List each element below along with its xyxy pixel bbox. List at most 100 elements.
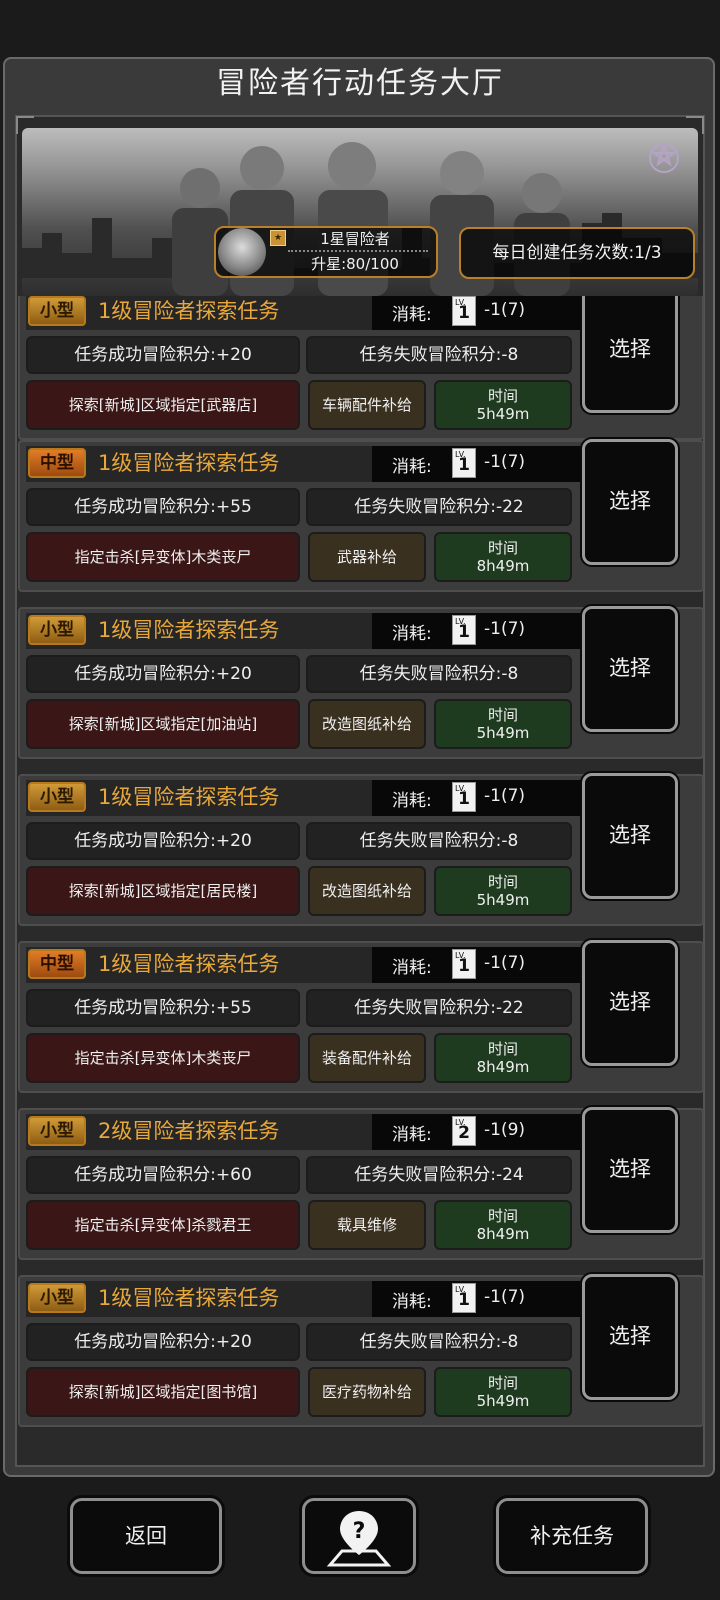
task-size-tag: 小型 <box>28 296 86 326</box>
task-size-tag: 中型 <box>28 448 86 478</box>
select-button[interactable]: 选择 <box>582 940 678 1066</box>
task-target: 探索[新城]区域指定[武器店] <box>26 380 300 430</box>
fail-points: 任务失败冒险积分:-8 <box>306 822 572 860</box>
cost-label: 消耗: <box>392 1292 432 1312</box>
task-target: 探索[新城]区域指定[居民楼] <box>26 866 300 916</box>
time-label: 时间 <box>487 1374 518 1392</box>
task-size-tag: 小型 <box>28 615 86 645</box>
task-time: 时间 5h49m <box>434 380 572 430</box>
level-ticket-icon: LV. 1 <box>452 782 476 812</box>
task-time: 时间 8h49m <box>434 1200 572 1250</box>
task-card[interactable]: 小型 1级冒险者探索任务 消耗: LV. 1 -1(7) 任务成功冒险积分:+20… <box>18 296 704 440</box>
time-label: 时间 <box>487 1040 518 1058</box>
fail-points: 任务失败冒险积分:-24 <box>306 1156 572 1194</box>
time-value: 5h49m <box>476 1392 530 1410</box>
help-button[interactable]: ? <box>302 1498 416 1574</box>
level-ticket-icon: LV. 1 <box>452 949 476 979</box>
task-name: 1级冒险者探索任务 <box>98 785 280 809</box>
fail-points: 任务失败冒险积分:-22 <box>306 989 572 1027</box>
fail-points: 任务失败冒险积分:-8 <box>306 655 572 693</box>
star-progress: 升星:80/100 <box>311 255 399 273</box>
cost-value: -1(7) <box>484 300 526 320</box>
task-target: 指定击杀[异变体]木类丧尸 <box>26 1033 300 1083</box>
task-time: 时间 5h49m <box>434 699 572 749</box>
cost-value: -1(9) <box>484 1120 526 1140</box>
cost-value: -1(7) <box>484 1287 526 1307</box>
task-size-tag: 小型 <box>28 1283 86 1313</box>
cost-value: -1(7) <box>484 786 526 806</box>
page-title: 冒险者行动任务大厅 <box>216 66 504 101</box>
success-points: 任务成功冒险积分:+55 <box>26 488 300 526</box>
cost-label: 消耗: <box>392 1125 432 1145</box>
success-points: 任务成功冒险积分:+20 <box>26 822 300 860</box>
task-card[interactable]: 小型 1级冒险者探索任务 消耗: LV. 1 -1(7) 任务成功冒险积分:+20… <box>18 1274 704 1427</box>
cost-label: 消耗: <box>392 791 432 811</box>
task-reward: 载具维修 <box>308 1200 426 1250</box>
task-time: 时间 8h49m <box>434 532 572 582</box>
task-card[interactable]: 中型 1级冒险者探索任务 消耗: LV. 1 -1(7) 任务成功冒险积分:+55… <box>18 439 704 592</box>
rank-star-icon: ★ <box>270 230 286 246</box>
cost-label: 消耗: <box>392 958 432 978</box>
task-size-tag: 小型 <box>28 1116 86 1146</box>
svg-text:?: ? <box>353 1519 366 1544</box>
fail-points: 任务失败冒险积分:-8 <box>306 336 572 374</box>
back-button[interactable]: 返回 <box>70 1498 222 1574</box>
task-target: 指定击杀[异变体]杀戮君王 <box>26 1200 300 1250</box>
cost-value: -1(7) <box>484 452 526 472</box>
cost-value: -1(7) <box>484 619 526 639</box>
select-button[interactable]: 选择 <box>582 1107 678 1233</box>
task-target: 探索[新城]区域指定[图书馆] <box>26 1367 300 1417</box>
level-ticket-icon: LV. 1 <box>452 615 476 645</box>
player-avatar[interactable] <box>218 228 266 276</box>
task-time: 时间 5h49m <box>434 1367 572 1417</box>
task-name: 1级冒险者探索任务 <box>98 952 280 976</box>
task-card[interactable]: 小型 1级冒险者探索任务 消耗: LV. 1 -1(7) 任务成功冒险积分:+20… <box>18 606 704 759</box>
faction-emblem-icon <box>649 142 679 173</box>
time-value: 8h49m <box>476 557 530 575</box>
task-card[interactable]: 中型 1级冒险者探索任务 消耗: LV. 1 -1(7) 任务成功冒险积分:+55… <box>18 940 704 1093</box>
task-name: 1级冒险者探索任务 <box>98 1286 280 1310</box>
help-map-icon: ? <box>326 1511 392 1567</box>
task-reward: 车辆配件补给 <box>308 380 426 430</box>
task-reward: 改造图纸补给 <box>308 699 426 749</box>
fail-points: 任务失败冒险积分:-8 <box>306 1323 572 1361</box>
select-button[interactable]: 选择 <box>582 1274 678 1400</box>
success-points: 任务成功冒险积分:+20 <box>26 655 300 693</box>
cost-label: 消耗: <box>392 305 432 325</box>
task-time: 时间 5h49m <box>434 866 572 916</box>
refill-tasks-button[interactable]: 补充任务 <box>496 1498 648 1574</box>
select-button[interactable]: 选择 <box>582 773 678 899</box>
task-reward: 装备配件补给 <box>308 1033 426 1083</box>
select-button[interactable]: 选择 <box>582 606 678 732</box>
task-reward: 医疗药物补给 <box>308 1367 426 1417</box>
select-button[interactable]: 选择 <box>582 296 678 413</box>
time-label: 时间 <box>487 706 518 724</box>
task-list[interactable]: 小型 1级冒险者探索任务 消耗: LV. 1 -1(7) 任务成功冒险积分:+20… <box>18 296 704 1436</box>
level-ticket-icon: LV. 1 <box>452 448 476 478</box>
select-button[interactable]: 选择 <box>582 439 678 565</box>
success-points: 任务成功冒险积分:+55 <box>26 989 300 1027</box>
task-target: 探索[新城]区域指定[加油站] <box>26 699 300 749</box>
fail-points: 任务失败冒险积分:-22 <box>306 488 572 526</box>
task-reward: 改造图纸补给 <box>308 866 426 916</box>
task-card[interactable]: 小型 1级冒险者探索任务 消耗: LV. 1 -1(7) 任务成功冒险积分:+20… <box>18 773 704 926</box>
level-ticket-icon: LV. 1 <box>452 296 476 326</box>
task-name: 2级冒险者探索任务 <box>98 1119 280 1143</box>
success-points: 任务成功冒险积分:+20 <box>26 1323 300 1361</box>
time-value: 5h49m <box>476 405 530 423</box>
success-points: 任务成功冒险积分:+20 <box>26 336 300 374</box>
time-label: 时间 <box>487 539 518 557</box>
daily-create-count: 每日创建任务次数:1/3 <box>459 227 695 279</box>
time-value: 5h49m <box>476 724 530 742</box>
cost-label: 消耗: <box>392 624 432 644</box>
time-value: 8h49m <box>476 1225 530 1243</box>
time-label: 时间 <box>487 873 518 891</box>
time-value: 5h49m <box>476 891 530 909</box>
rank-label: 1星冒险者 <box>320 230 390 248</box>
task-time: 时间 8h49m <box>434 1033 572 1083</box>
time-label: 时间 <box>487 1207 518 1225</box>
task-card[interactable]: 小型 2级冒险者探索任务 消耗: LV. 2 -1(9) 任务成功冒险积分:+60… <box>18 1107 704 1260</box>
task-size-tag: 小型 <box>28 782 86 812</box>
divider <box>288 250 428 252</box>
task-reward: 武器补给 <box>308 532 426 582</box>
